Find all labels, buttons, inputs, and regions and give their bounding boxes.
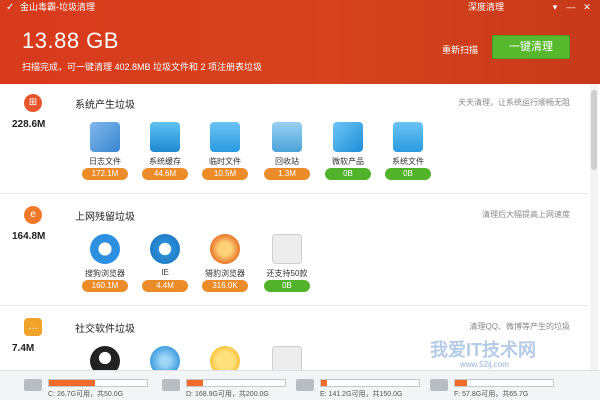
drive-usage-fill [49, 380, 96, 386]
item-label: 日志文件 [89, 157, 121, 166]
item-size-badge: 44.6M [142, 168, 188, 180]
section-internet-junk: e 164.8M 上网残留垃圾 清理后大幅提高上网速度 搜狗浏览器 160.1M… [0, 196, 588, 306]
item-cheetah-browser[interactable]: 猎豹浏览器 316.0K [200, 234, 250, 296]
drive-usage-fill [187, 380, 203, 386]
close-icon[interactable]: ✕ [580, 0, 594, 14]
item-size-badge: 0B [385, 168, 431, 180]
windows-icon: ⊞ [24, 94, 42, 112]
drive-c: C: 26.7G可用，共50.0G [24, 375, 164, 399]
drive-usage-bar [48, 379, 148, 387]
item-size-badge: 10.5M [202, 168, 248, 180]
watermark-text: 我爱IT技术网 [430, 340, 536, 360]
item-size-badge: 0B [325, 168, 371, 180]
item-system-files[interactable]: 系统文件 0B [383, 122, 433, 184]
drive-d: D: 168.9G可用，共200.0G [162, 375, 302, 399]
system-cache-icon [150, 122, 180, 152]
item-size-badge: 316.0K [202, 280, 248, 292]
hard-drive-icon [162, 379, 180, 391]
title-bar: ✓ 金山毒霸-垃圾清理 深度清理 ▾ — ✕ [0, 0, 600, 14]
drive-usage-text: D: 168.9G可用，共200.0G [186, 391, 269, 398]
item-label: 还支持50款 [266, 269, 308, 278]
section-title: 上网残留垃圾 [75, 212, 135, 223]
emoticon-icon [210, 346, 240, 370]
item-system-cache[interactable]: 系统缓存 44.6M [140, 122, 190, 184]
one-click-clean-button[interactable]: 一键清理 [492, 35, 570, 59]
rescan-link[interactable]: 重新扫描 [442, 43, 478, 56]
section-system-junk: ⊞ 228.6M 系统产生垃圾 天天清理，让系统运行顺畅无阻 日志文件 172.… [0, 84, 588, 194]
more-apps-icon [272, 234, 302, 264]
total-junk-size: 13.88 GB [22, 28, 119, 53]
qq-penguin-icon [90, 346, 120, 370]
junk-category-list: ⊞ 228.6M 系统产生垃圾 天天清理，让系统运行顺畅无阻 日志文件 172.… [0, 84, 600, 370]
internet-icon: e [24, 206, 42, 224]
more-apps-icon [272, 346, 302, 370]
hard-drive-icon [296, 379, 314, 391]
section-description: 天天清理，让系统运行顺畅无阻 [458, 98, 570, 107]
item-size-badge: 4.4M [142, 280, 188, 292]
item-sogou-browser[interactable]: 搜狗浏览器 160.1M [80, 234, 130, 296]
header-banner: ✓ 金山毒霸-垃圾清理 深度清理 ▾ — ✕ 13.88 GB 扫描完成，可一键… [0, 0, 600, 84]
system-folder-icon [393, 122, 423, 152]
drive-usage-text: C: 26.7G可用，共50.0G [48, 391, 124, 398]
item-log-files[interactable]: 日志文件 172.1M [80, 122, 130, 184]
section-size: 164.8M [12, 231, 46, 242]
drive-usage-text: E: 141.2G可用，共150.0G [320, 391, 403, 398]
site-watermark: 我爱IT技术网 www.52ij.com [400, 330, 590, 390]
item-label: 系统缓存 [149, 157, 181, 166]
item-emoticon-app[interactable] [200, 346, 250, 370]
deep-clean-link[interactable]: 深度清理 [468, 0, 504, 14]
minimize-icon[interactable]: — [564, 0, 578, 14]
windows-logo-icon [333, 122, 363, 152]
section-title: 社交软件垃圾 [75, 324, 135, 335]
sogou-browser-icon [90, 234, 120, 264]
ie-icon [150, 234, 180, 264]
item-label: 猎豹浏览器 [205, 269, 245, 278]
drive-usage-fill [321, 380, 327, 386]
cheetah-browser-icon [210, 234, 240, 264]
item-size-badge: 160.1M [82, 280, 128, 292]
drive-usage-text: F: 57.8G可用，共65.7G [454, 391, 529, 398]
chat-icon: … [24, 318, 42, 336]
item-label: IE [161, 268, 169, 277]
item-more-social[interactable] [262, 346, 312, 370]
item-ie[interactable]: IE 4.4M [140, 234, 190, 296]
item-label: 微软产品 [332, 157, 364, 166]
item-temp-files[interactable]: 临时文件 10.5M [200, 122, 250, 184]
item-more-browsers[interactable]: 还支持50款 0B [262, 234, 312, 296]
item-label: 搜狗浏览器 [85, 269, 125, 278]
window-title: 金山毒霸-垃圾清理 [20, 2, 95, 12]
temp-folder-icon [210, 122, 240, 152]
section-description: 清理后大幅提高上网速度 [482, 210, 570, 219]
log-file-icon [90, 122, 120, 152]
item-qq[interactable] [80, 346, 130, 370]
scrollbar-thumb[interactable] [591, 90, 597, 170]
item-chat-app[interactable] [140, 346, 190, 370]
hard-drive-icon [24, 379, 42, 391]
scrollbar[interactable] [590, 84, 598, 370]
chat-bubble-icon [150, 346, 180, 370]
watermark-url: www.52ij.com [460, 360, 509, 369]
item-recycle-bin[interactable]: 回收站 1.3M [262, 122, 312, 184]
item-microsoft-products[interactable]: 微软产品 0B [323, 122, 373, 184]
item-size-badge: 172.1M [82, 168, 128, 180]
recycle-bin-icon [272, 122, 302, 152]
item-label: 临时文件 [209, 157, 241, 166]
menu-icon[interactable]: ▾ [548, 0, 562, 14]
section-title: 系统产生垃圾 [75, 100, 135, 111]
drive-usage-bar [186, 379, 286, 387]
section-size: 228.6M [12, 119, 46, 130]
item-size-badge: 1.3M [264, 168, 310, 180]
item-label: 系统文件 [392, 157, 424, 166]
app-logo-icon: ✓ [6, 2, 15, 13]
item-label: 回收站 [275, 157, 299, 166]
scan-result-text: 扫描完成，可一键清理 402.8MB 垃圾文件和 2 项注册表垃圾 [22, 62, 263, 72]
section-size: 7.4M [12, 343, 35, 354]
item-size-badge: 0B [264, 280, 310, 292]
